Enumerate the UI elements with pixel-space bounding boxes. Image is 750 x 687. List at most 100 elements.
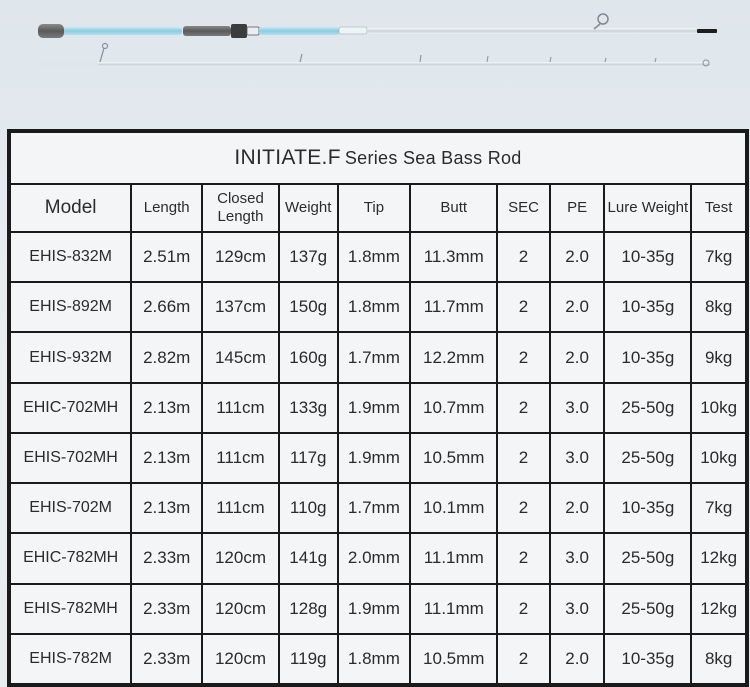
cell-sec: 2	[498, 534, 549, 583]
cell-pe: 3.0	[550, 534, 604, 583]
cell-test: 12kg	[692, 534, 745, 583]
cell-lure-weight: 10-35g	[605, 233, 691, 282]
cell-butt: 11.1mm	[411, 584, 497, 633]
cell-closed-length: 120cm	[203, 534, 278, 583]
cell-length: 2.33m	[132, 534, 202, 583]
cell-butt: 10.7mm	[411, 383, 497, 432]
cell-butt: 11.7mm	[411, 283, 497, 332]
cell-pe: 2.0	[550, 233, 604, 282]
product-image	[0, 0, 750, 115]
cell-pe: 2.0	[550, 634, 604, 683]
cell-closed-length: 111cm	[203, 484, 278, 533]
cell-pe: 2.0	[550, 333, 604, 382]
header-weight: Weight	[279, 185, 337, 231]
header-pe: PE	[550, 185, 604, 231]
table-row: EHIS-702MH 2.13m 111cm 117g 1.9mm 10.5mm 2 3.0 2…	[11, 433, 745, 483]
column-header-row: Model Length Closed Length Weight Tip Bu…	[11, 185, 745, 231]
cell-tip: 1.9mm	[338, 584, 410, 633]
cell-weight: 137g	[279, 233, 337, 282]
cell-sec: 2	[498, 333, 549, 382]
cell-weight: 117g	[279, 433, 337, 483]
cell-model: EHIS-702M	[11, 484, 131, 533]
cell-weight: 141g	[279, 534, 337, 583]
cell-model: EHIC-702MH	[11, 383, 131, 432]
cell-weight: 110g	[279, 484, 337, 533]
cell-lure-weight: 10-35g	[605, 634, 691, 683]
cell-lure-weight: 10-35g	[605, 283, 691, 332]
header-model: Model	[11, 185, 131, 231]
cell-closed-length: 111cm	[203, 433, 278, 483]
cell-lure-weight: 10-35g	[605, 484, 691, 533]
cell-model: EHIS-892M	[11, 283, 131, 332]
cell-test: 8kg	[692, 283, 745, 332]
header-lure-weight: Lure Weight	[605, 185, 691, 231]
cell-length: 2.82m	[132, 333, 202, 382]
cell-length: 2.13m	[132, 383, 202, 432]
table-row: EHIS-832M 2.51m 129cm 137g 1.8mm 11.3mm 2 2.0 10…	[11, 233, 745, 282]
cell-closed-length: 137cm	[203, 283, 278, 332]
cell-length: 2.13m	[132, 484, 202, 533]
cell-sec: 2	[498, 584, 549, 633]
cell-butt: 12.2mm	[411, 333, 497, 382]
table-title-row: INITIATE.F Series Sea Bass Rod	[11, 133, 745, 183]
cell-lure-weight: 25-50g	[605, 534, 691, 583]
cell-model: EHIS-782MH	[11, 584, 131, 633]
header-length: Length	[132, 185, 202, 231]
cell-test: 8kg	[692, 634, 745, 683]
cell-butt: 10.5mm	[411, 634, 497, 683]
cell-lure-weight: 25-50g	[605, 383, 691, 432]
cell-sec: 2	[498, 634, 549, 683]
header-sec: SEC	[498, 185, 549, 231]
table-row: EHIC-782MH 2.33m 120cm 141g 2.0mm 11.1mm 2 3.0 2…	[11, 534, 745, 583]
cell-length: 2.51m	[132, 233, 202, 282]
fishing-rod-illustration	[38, 13, 717, 67]
table-title: INITIATE.F Series Sea Bass Rod	[11, 133, 745, 183]
cell-model: EHIS-832M	[11, 233, 131, 282]
cell-tip: 1.9mm	[338, 433, 410, 483]
cell-test: 12kg	[692, 584, 745, 633]
cell-length: 2.13m	[132, 433, 202, 483]
cell-tip: 1.9mm	[338, 383, 410, 432]
cell-length: 2.66m	[132, 283, 202, 332]
cell-lure-weight: 25-50g	[605, 584, 691, 633]
cell-butt: 10.5mm	[411, 433, 497, 483]
cell-lure-weight: 10-35g	[605, 333, 691, 382]
cell-pe: 3.0	[550, 584, 604, 633]
table-row: EHIS-782M 2.33m 120cm 119g 1.8mm 10.5mm 2 2.0 10…	[11, 634, 745, 683]
cell-weight: 133g	[279, 383, 337, 432]
cell-sec: 2	[498, 283, 549, 332]
header-test: Test	[692, 185, 745, 231]
table-row: EHIS-892M 2.66m 137cm 150g 1.8mm 11.7mm 2 2.0 10…	[11, 283, 745, 332]
cell-pe: 3.0	[550, 383, 604, 432]
table-row: EHIS-782MH 2.33m 120cm 128g 1.9mm 11.1mm 2 3.0 2…	[11, 584, 745, 633]
cell-model: EHIS-702MH	[11, 433, 131, 483]
spec-table: INITIATE.F Series Sea Bass Rod Model Leng…	[9, 131, 747, 685]
table-row: EHIC-702MH 2.13m 111cm 133g 1.9mm 10.7mm 2 3.0 2…	[11, 383, 745, 432]
cell-tip: 1.8mm	[338, 283, 410, 332]
cell-butt: 11.1mm	[411, 534, 497, 583]
cell-length: 2.33m	[132, 584, 202, 633]
series-description: Series Sea Bass Rod	[344, 147, 522, 168]
cell-butt: 10.1mm	[411, 484, 497, 533]
table-row: EHIS-932M 2.82m 145cm 160g 1.7mm 12.2mm 2 2.0 10…	[11, 333, 745, 382]
rod-butt-section	[38, 13, 717, 38]
cell-tip: 1.8mm	[338, 233, 410, 282]
cell-test: 10kg	[692, 433, 745, 483]
series-name: INITIATE.F	[234, 146, 341, 169]
cell-weight: 128g	[279, 584, 337, 633]
cell-test: 10kg	[692, 383, 745, 432]
header-closed-length: Closed Length	[203, 185, 278, 231]
cell-lure-weight: 25-50g	[605, 433, 691, 483]
cell-test: 7kg	[692, 233, 745, 282]
cell-sec: 2	[498, 433, 549, 483]
cell-pe: 2.0	[550, 484, 604, 533]
cell-test: 9kg	[692, 333, 745, 382]
spec-table-frame: INITIATE.F Series Sea Bass Rod Model Leng…	[7, 129, 749, 687]
rod-tip-section	[38, 42, 710, 67]
cell-butt: 11.3mm	[411, 233, 497, 282]
cell-weight: 119g	[279, 634, 337, 683]
cell-closed-length: 120cm	[203, 584, 278, 633]
cell-weight: 150g	[279, 283, 337, 332]
cell-sec: 2	[498, 383, 549, 432]
cell-model: EHIS-932M	[11, 333, 131, 382]
